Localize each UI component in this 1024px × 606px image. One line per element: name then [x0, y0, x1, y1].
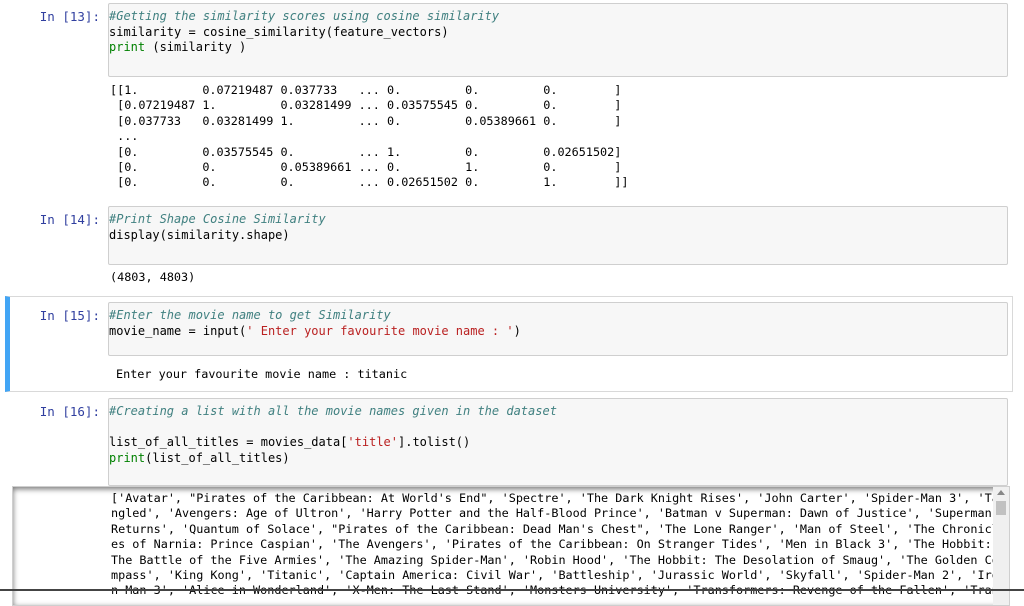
cell-output: ['Avatar', "Pirates of the Caribbean: At… — [111, 491, 999, 597]
code-string: 'title' — [347, 435, 398, 449]
code-comment: #Getting the similarity scores using cos… — [109, 9, 500, 23]
code-input[interactable]: #Getting the similarity scores using cos… — [108, 3, 1008, 77]
cell-prompt: In [15]: — [39, 308, 100, 323]
code-input[interactable]: #Print Shape Cosine Similarity display(s… — [108, 206, 1008, 265]
input-prompt-output[interactable]: Enter your favourite movie name : titani… — [116, 367, 407, 382]
cell-output: (4803, 4803) — [110, 270, 196, 284]
code-cell-13[interactable]: In [13]: #Getting the similarity scores … — [10, 3, 1008, 193]
scroll-thumb[interactable] — [996, 501, 1006, 515]
code-line: list_of_all_titles = movies_data[ — [109, 435, 348, 449]
code-input[interactable]: #Enter the movie name to get Similarity … — [108, 302, 1008, 356]
code-line: display(similarity.shape) — [109, 227, 290, 242]
vertical-scrollbar[interactable] — [993, 487, 1009, 605]
cell-prompt: In [16]: — [39, 404, 100, 419]
code-keyword: print — [109, 40, 146, 54]
code-line: movie_name = input( — [109, 323, 247, 338]
code-comment: #Print Shape Cosine Similarity — [109, 212, 326, 226]
code-input[interactable]: #Creating a list with all the movie name… — [108, 398, 1008, 486]
code-keyword: print — [109, 450, 146, 465]
code-cell-15[interactable]: In [15]: #Enter the movie name to get Si… — [5, 296, 1013, 392]
code-cell-16[interactable]: In [16]: #Creating a list with all the m… — [10, 398, 1008, 486]
code-string: ' Enter your favourite movie name : ' — [246, 323, 514, 338]
code-comment: #Enter the movie name to get Similarity — [109, 308, 391, 322]
code-cell-14[interactable]: In [14]: #Print Shape Cosine Similarity … — [10, 206, 1008, 291]
cell-prompt: In [13]: — [39, 9, 100, 24]
code-line: similarity = cosine_similarity(feature_v… — [109, 24, 449, 39]
cell-prompt: In [14]: — [39, 212, 100, 227]
code-line: ) — [513, 323, 521, 338]
scrolled-output-area[interactable]: ['Avatar', "Pirates of the Caribbean: At… — [12, 486, 1010, 606]
window-bottom-edge — [0, 589, 1024, 591]
code-line: (list_of_all_titles) — [145, 450, 290, 465]
scroll-up-icon[interactable] — [997, 490, 1005, 495]
cell-output: [[1. 0.07219487 0.037733 ... 0. 0. 0. ] … — [110, 83, 629, 190]
code-line: ].tolist() — [398, 435, 471, 449]
code-comment: #Creating a list with all the movie name… — [109, 404, 557, 418]
code-line: (similarity ) — [145, 40, 247, 54]
